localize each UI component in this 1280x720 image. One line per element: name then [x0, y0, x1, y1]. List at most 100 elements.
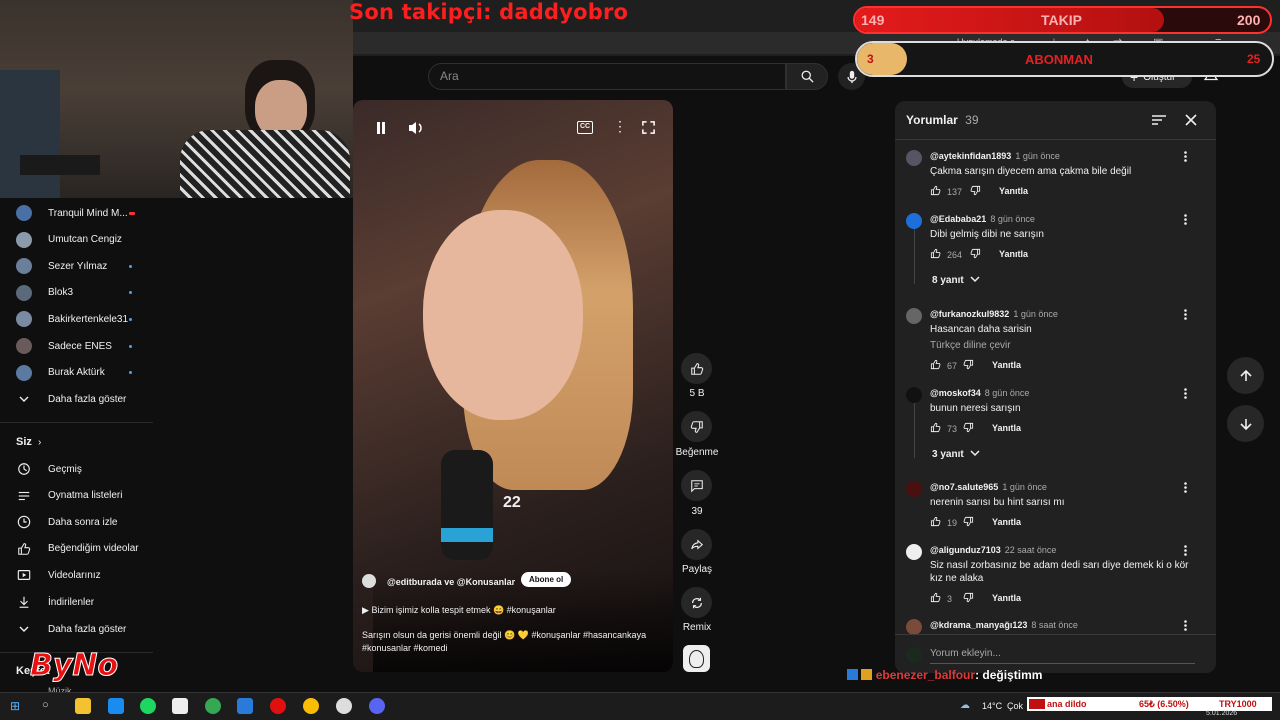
sidebar-subscription-item[interactable]: Tranquil Mind M...	[0, 200, 153, 226]
comment-like-button[interactable]: 264	[930, 248, 962, 261]
comment-dislike-button[interactable]	[963, 422, 974, 435]
commenter-avatar[interactable]	[906, 150, 922, 166]
playlist-link[interactable]: ▶ Bizim işimiz kolla tespit etmek 😄 #kon…	[362, 605, 556, 616]
sidebar-item-clock[interactable]: Daha sonra izle	[0, 509, 153, 535]
shorts-video-player[interactable]: CC ⋮ 22 @editburada ve @Konusanlar Abone…	[353, 100, 673, 672]
add-comment-input[interactable]: Yorum ekleyin...	[930, 648, 1001, 659]
obs-icon[interactable]	[336, 698, 352, 714]
pause-button[interactable]	[373, 120, 389, 136]
sidebar-item-video[interactable]: Videolarınız	[0, 562, 153, 588]
comment-like-button[interactable]: 73	[930, 422, 957, 435]
sound-thumbnail[interactable]	[683, 645, 710, 672]
commenter-avatar[interactable]	[906, 619, 922, 635]
channel-name[interactable]: @editburada ve @Konusanlar	[387, 577, 515, 587]
commenter-name[interactable]: @moskof34 8 gün önce	[930, 388, 1029, 398]
subscribe-button[interactable]: Abone ol	[521, 572, 572, 587]
reply-button[interactable]: Yanıtla	[992, 517, 1021, 527]
commenter-name[interactable]: @furkanozkul9832 1 gün önce	[930, 309, 1058, 319]
comment-more-icon[interactable]	[1180, 543, 1190, 557]
channel-avatar[interactable]	[362, 574, 376, 588]
like-button[interactable]	[681, 353, 712, 384]
sidebar-subscription-item[interactable]: Burak Aktürk	[0, 360, 153, 386]
close-comments-button[interactable]	[1185, 113, 1197, 131]
reply-button[interactable]: Yanıtla	[992, 423, 1021, 433]
commenter-handle: @aligunduz7103	[930, 545, 1001, 555]
comment-text: bunun neresi sarışın	[930, 403, 1021, 414]
chrome-icon[interactable]	[205, 698, 221, 714]
comment-more-icon[interactable]	[1180, 149, 1190, 163]
comment-more-icon[interactable]	[1180, 618, 1190, 632]
commenter-avatar[interactable]	[906, 213, 922, 229]
sidebar-item-thumb-up[interactable]: Beğendiğim videolar	[0, 536, 153, 562]
sort-button[interactable]	[1152, 113, 1166, 131]
commenter-name[interactable]: @aligunduz7103 22 saat önce	[930, 545, 1056, 555]
file-explorer-icon[interactable]	[75, 698, 91, 714]
commenter-handle: @kdrama_manyağı123	[930, 620, 1028, 630]
translate-link[interactable]: Türkçe diline çevir	[930, 339, 1192, 352]
commenter-name[interactable]: @kdrama_manyağı123 8 saat önce	[930, 620, 1078, 630]
store-icon[interactable]	[237, 698, 253, 714]
comment-dislike-button[interactable]	[963, 592, 974, 605]
sidebar-subscription-item[interactable]: Blok3	[0, 280, 153, 306]
fullscreen-button[interactable]	[641, 120, 656, 140]
input-underline	[930, 663, 1195, 664]
comment-more-icon[interactable]	[1180, 212, 1190, 226]
reply-button[interactable]: Yanıtla	[992, 593, 1021, 603]
discord-icon[interactable]	[369, 698, 385, 714]
comment-like-button[interactable]: 67	[930, 359, 957, 372]
commenter-name[interactable]: @Edababa21 8 gün önce	[930, 214, 1035, 224]
sidebar-item-history[interactable]: Geçmiş	[0, 456, 153, 482]
windows-start-icon[interactable]: ⊞	[10, 699, 20, 713]
sidebar-subscription-item[interactable]: Sadece ENES	[0, 333, 153, 359]
spotify-icon[interactable]	[140, 698, 156, 714]
comment-more-icon[interactable]	[1180, 386, 1190, 400]
commenter-avatar[interactable]	[906, 387, 922, 403]
previous-short-button[interactable]	[1227, 357, 1264, 394]
comment-more-icon[interactable]	[1180, 480, 1190, 494]
reply-button[interactable]: Yanıtla	[999, 186, 1028, 196]
sidebar-subscription-item[interactable]: Bakirkertenkele31	[0, 306, 153, 332]
reply-button[interactable]: Yanıtla	[999, 249, 1028, 259]
browser-icon[interactable]	[108, 698, 124, 714]
reply-button[interactable]: Yanıtla	[992, 360, 1021, 370]
view-replies-button[interactable]: 8 yanıt	[932, 275, 980, 286]
comment-dislike-button[interactable]	[970, 248, 981, 261]
commenter-avatar[interactable]	[906, 544, 922, 560]
comment-like-button[interactable]: 3	[930, 592, 952, 605]
comment-like-button[interactable]: 137	[930, 185, 962, 198]
sidebar-item-playlist[interactable]: Oynatma listeleri	[0, 483, 153, 509]
next-short-button[interactable]	[1227, 405, 1264, 442]
dislike-button[interactable]	[681, 411, 712, 442]
show-more-you[interactable]: Daha fazla göster	[0, 616, 153, 642]
sidebar-item-download[interactable]: İndirilenler	[0, 589, 153, 615]
you-section-header[interactable]: Siz ›	[0, 429, 153, 455]
comment-dislike-button[interactable]	[970, 185, 981, 198]
commenter-avatar[interactable]	[906, 308, 922, 324]
sidebar-subscription-item[interactable]: Umutcan Cengiz	[0, 227, 153, 253]
search-button[interactable]	[786, 63, 828, 90]
comment-dislike-button[interactable]	[963, 359, 974, 372]
comment-more-icon[interactable]	[1180, 307, 1190, 321]
opera-icon[interactable]	[270, 698, 286, 714]
comments-button[interactable]	[681, 470, 712, 501]
search-circle-icon[interactable]: ○	[42, 699, 49, 711]
comment-dislike-button[interactable]	[963, 516, 974, 529]
new-content-dot	[129, 264, 132, 268]
commenter-avatar[interactable]	[906, 481, 922, 497]
thumb-up-icon	[930, 359, 941, 372]
share-button[interactable]	[681, 529, 712, 560]
app-icon[interactable]	[172, 698, 188, 714]
captions-icon[interactable]: CC	[577, 121, 593, 134]
mic-icon	[846, 70, 857, 83]
sidebar-subscription-item[interactable]: Sezer Yılmaz	[0, 253, 153, 279]
volume-button[interactable]	[407, 120, 425, 136]
view-replies-button[interactable]: 3 yanıt	[932, 449, 980, 460]
commenter-name[interactable]: @aytekinfidan1893 1 gün önce	[930, 151, 1060, 161]
more-vert-icon[interactable]: ⋮	[613, 118, 627, 135]
chrome-profile-icon[interactable]	[303, 698, 319, 714]
commenter-name[interactable]: @no7.salute965 1 gün önce	[930, 482, 1047, 492]
search-input[interactable]: Ara	[428, 63, 786, 90]
remix-button[interactable]	[681, 587, 712, 618]
comment-like-button[interactable]: 19	[930, 516, 957, 529]
show-more-subscriptions[interactable]: Daha fazla göster	[0, 386, 153, 412]
